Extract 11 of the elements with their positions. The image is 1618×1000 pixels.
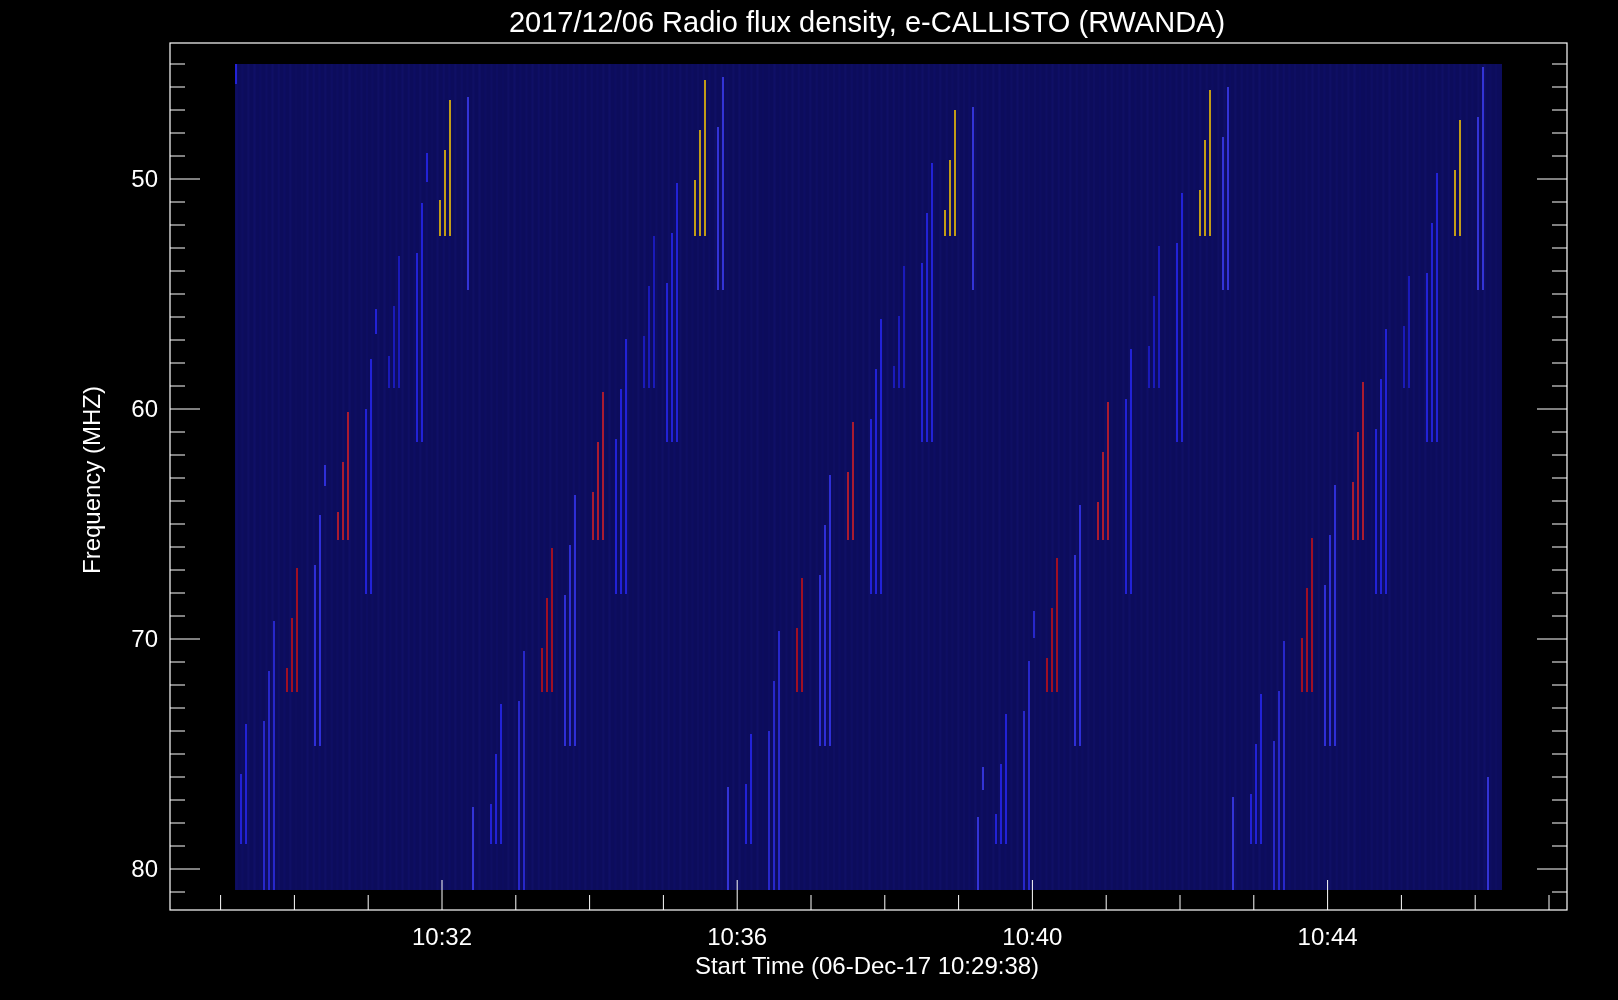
axis-tick-label: 10:40: [1002, 923, 1063, 950]
axis-tick-label: 70: [131, 625, 158, 652]
axis-tick-label: 10:32: [411, 923, 473, 950]
axis-tick-label: 10:44: [1297, 923, 1358, 950]
axis-tick-label: 10:36: [707, 923, 768, 950]
axis-title: Start Time (06-Dec-17 10:29:38): [694, 952, 1040, 979]
axis-tick-label: 80: [131, 855, 158, 882]
axis-tick-label: 60: [131, 395, 158, 422]
axis-tick-label: 50: [131, 165, 158, 192]
axis-title: Frequency (MHZ): [78, 386, 105, 574]
chart-title: 2017/12/06 Radio flux density, e-CALLISTO (RWANDA): [508, 6, 1226, 38]
